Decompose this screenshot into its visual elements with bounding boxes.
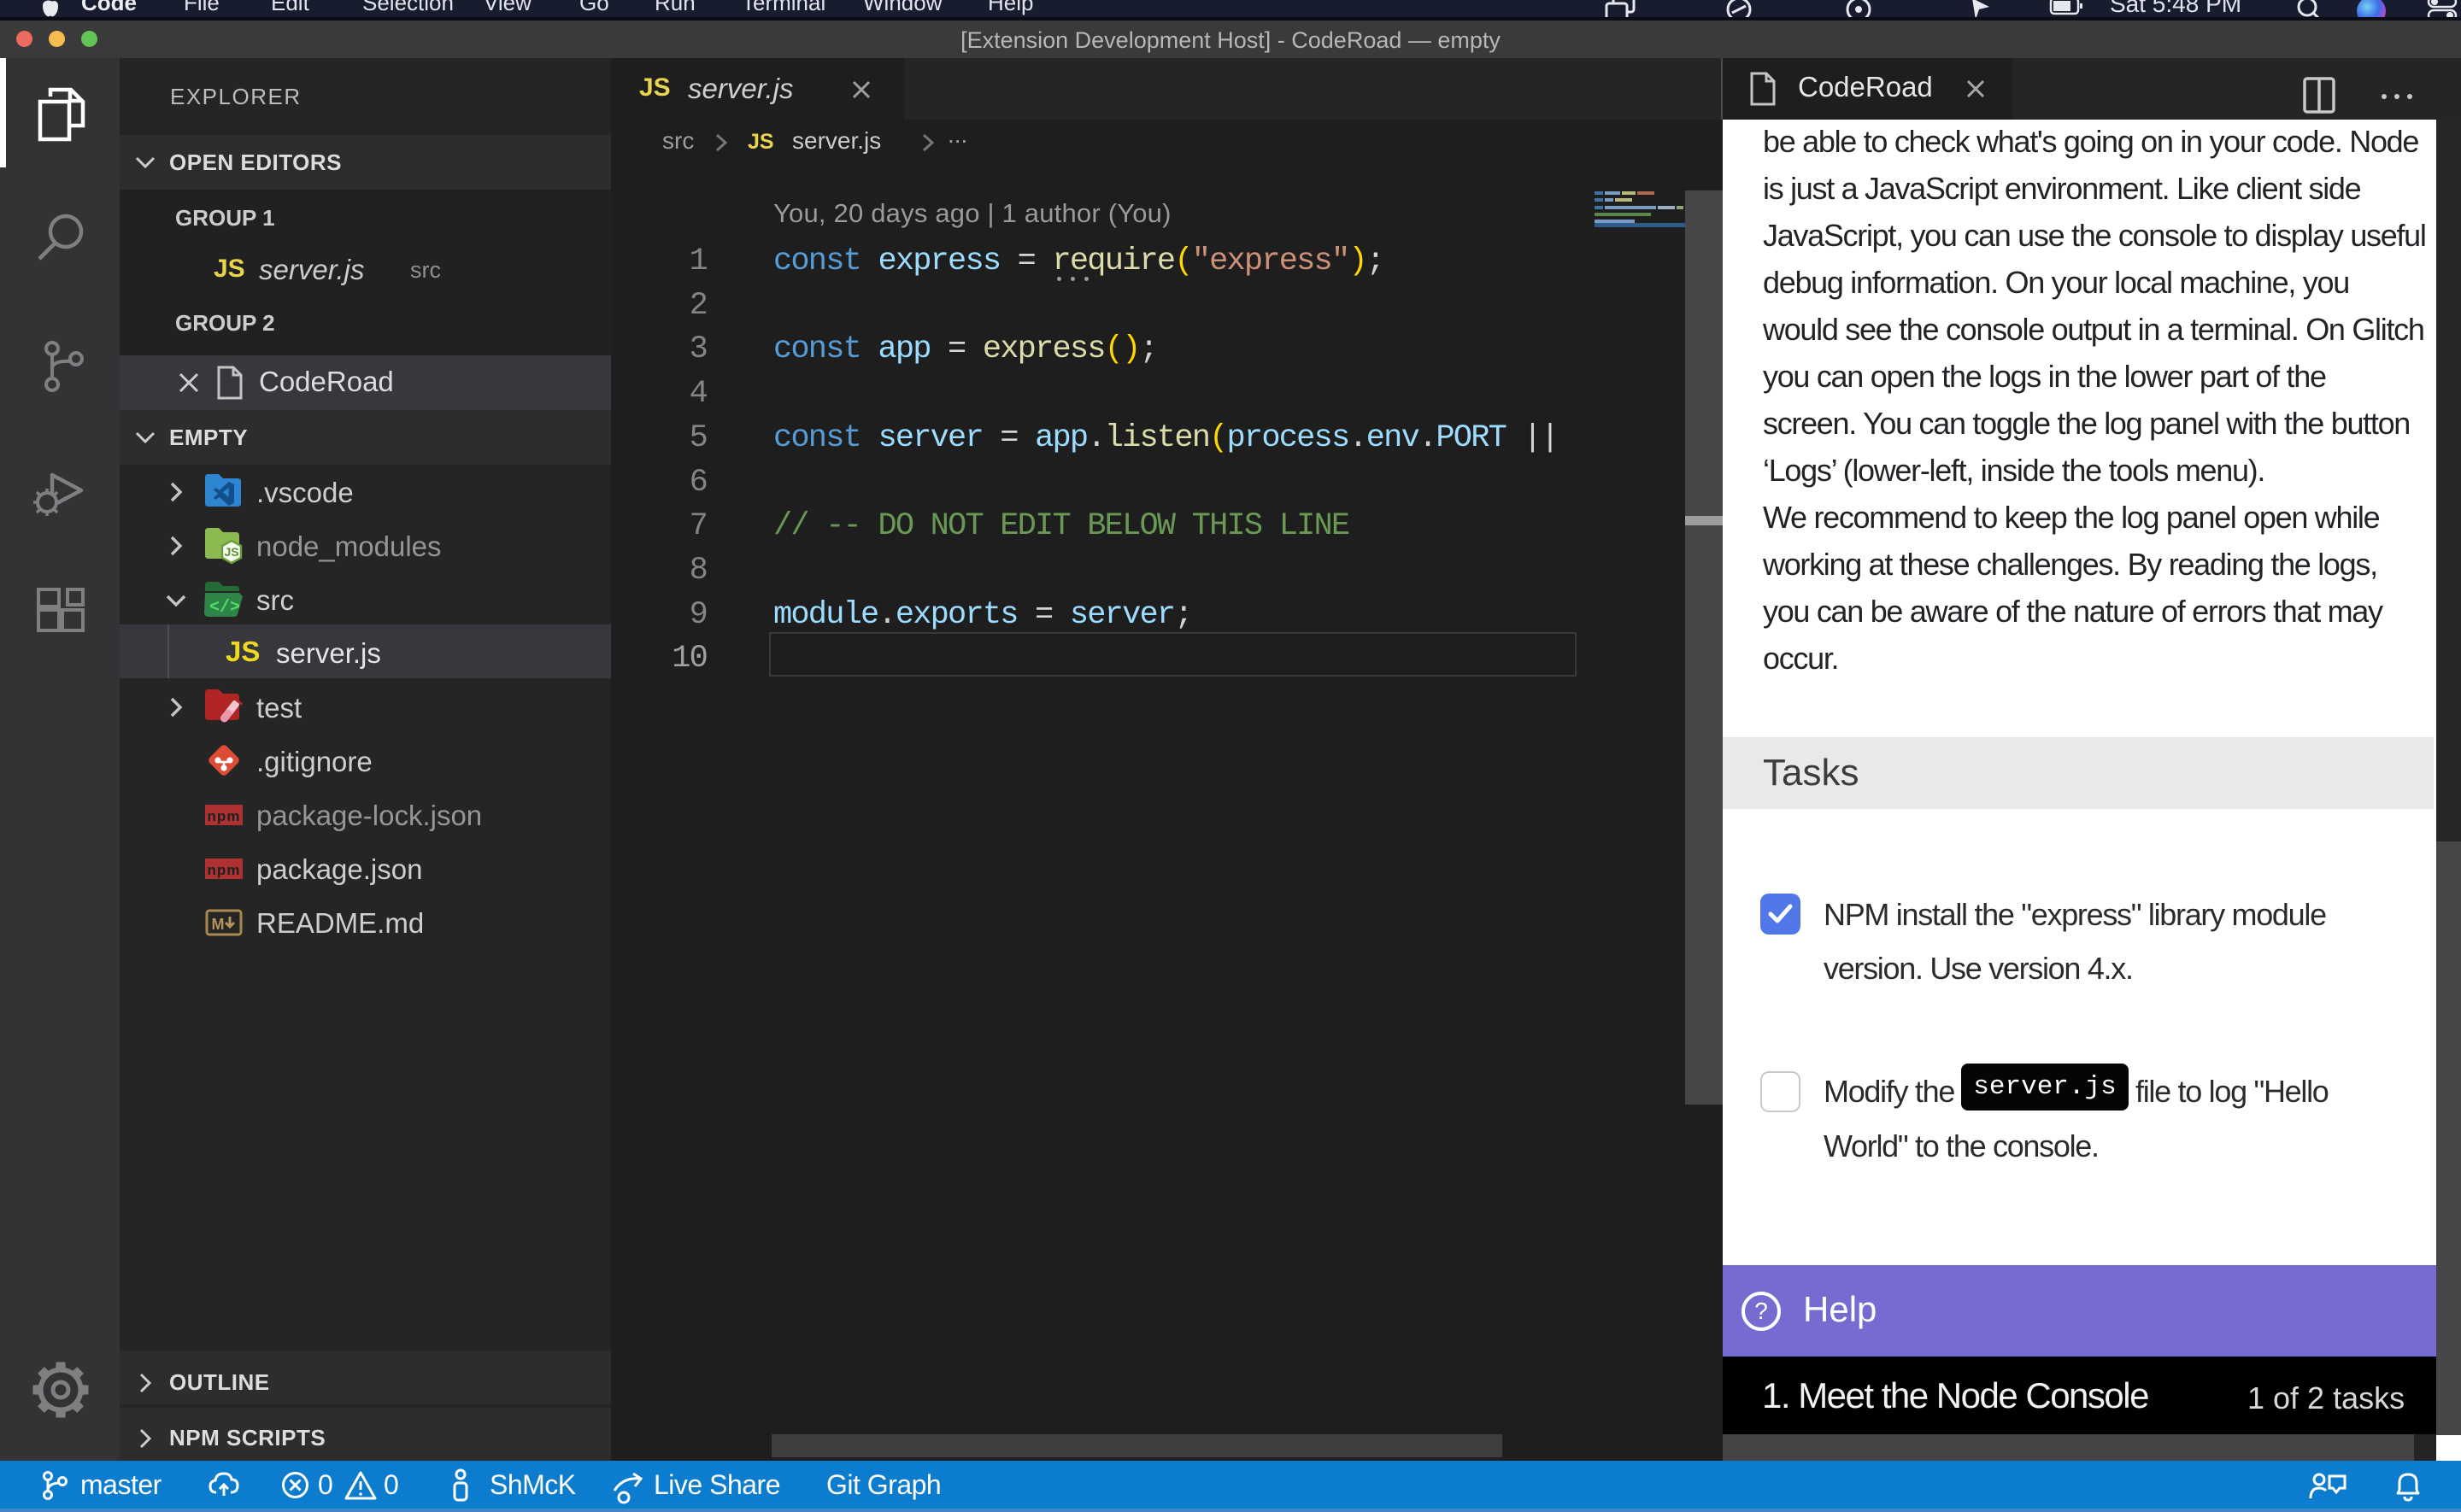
svg-text:M: M: [212, 916, 225, 933]
svg-text:?: ?: [1754, 1298, 1768, 1324]
svg-text:</>: </>: [209, 598, 240, 618]
svg-text:npm: npm: [208, 808, 241, 824]
svg-text:npm: npm: [208, 862, 241, 878]
svg-text:JS: JS: [224, 545, 238, 559]
